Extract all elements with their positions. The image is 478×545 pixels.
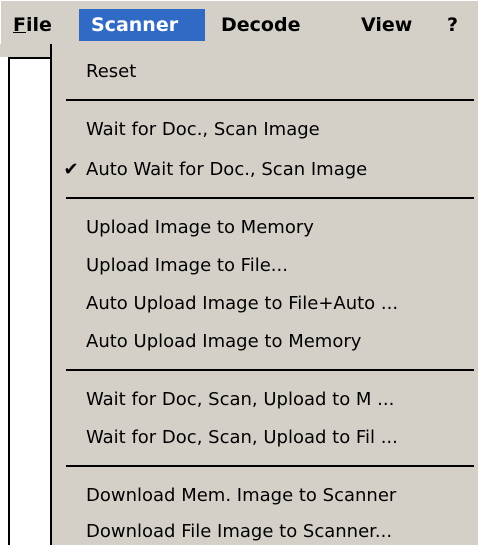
menu-help[interactable]: ? (439, 9, 466, 41)
menu-separator (66, 197, 474, 199)
menu-item-auto-upload-memory[interactable]: Auto Upload Image to Memory (52, 322, 478, 362)
menu-bar: File Scanner Decode View ? (0, 0, 478, 44)
menu-file-mnemonic: F (13, 14, 26, 36)
menu-item-download-mem[interactable]: Download Mem. Image to Scanner (52, 476, 478, 516)
menu-item-wait-scan-upload-file[interactable]: Wait for Doc, Scan, Upload to Fil ... (52, 418, 478, 458)
checkmark-icon: ✔ (63, 159, 79, 180)
menu-item-reset[interactable]: Reset (52, 52, 478, 92)
menu-separator (66, 465, 474, 467)
menu-item-download-file[interactable]: Download File Image to Scanner... (52, 512, 478, 545)
scanner-dropdown-menu: Reset Wait for Doc., Scan Image ✔ Auto W… (50, 44, 478, 545)
menu-item-upload-file[interactable]: Upload Image to File... (52, 246, 478, 286)
menu-item-upload-memory[interactable]: Upload Image to Memory (52, 208, 478, 248)
menu-view[interactable]: View (353, 9, 420, 41)
menu-item-auto-wait-scan-label: Auto Wait for Doc., Scan Image (86, 159, 368, 180)
menu-item-auto-wait-scan[interactable]: ✔ Auto Wait for Doc., Scan Image (52, 150, 478, 190)
menu-decode[interactable]: Decode (213, 9, 308, 41)
menu-scanner[interactable]: Scanner (79, 9, 205, 41)
menu-item-wait-scan-upload-mem[interactable]: Wait for Doc, Scan, Upload to M ... (52, 380, 478, 420)
screen: File Scanner Decode View ? Reset Wait fo… (0, 0, 478, 545)
client-area-edge (8, 57, 50, 545)
menu-separator (66, 369, 474, 371)
menu-file[interactable]: File (5, 9, 60, 41)
menu-separator (66, 99, 474, 101)
menu-file-rest: ile (25, 14, 52, 36)
menu-item-wait-scan[interactable]: Wait for Doc., Scan Image (52, 110, 478, 150)
menu-item-auto-upload-file[interactable]: Auto Upload Image to File+Auto ... (52, 284, 478, 324)
